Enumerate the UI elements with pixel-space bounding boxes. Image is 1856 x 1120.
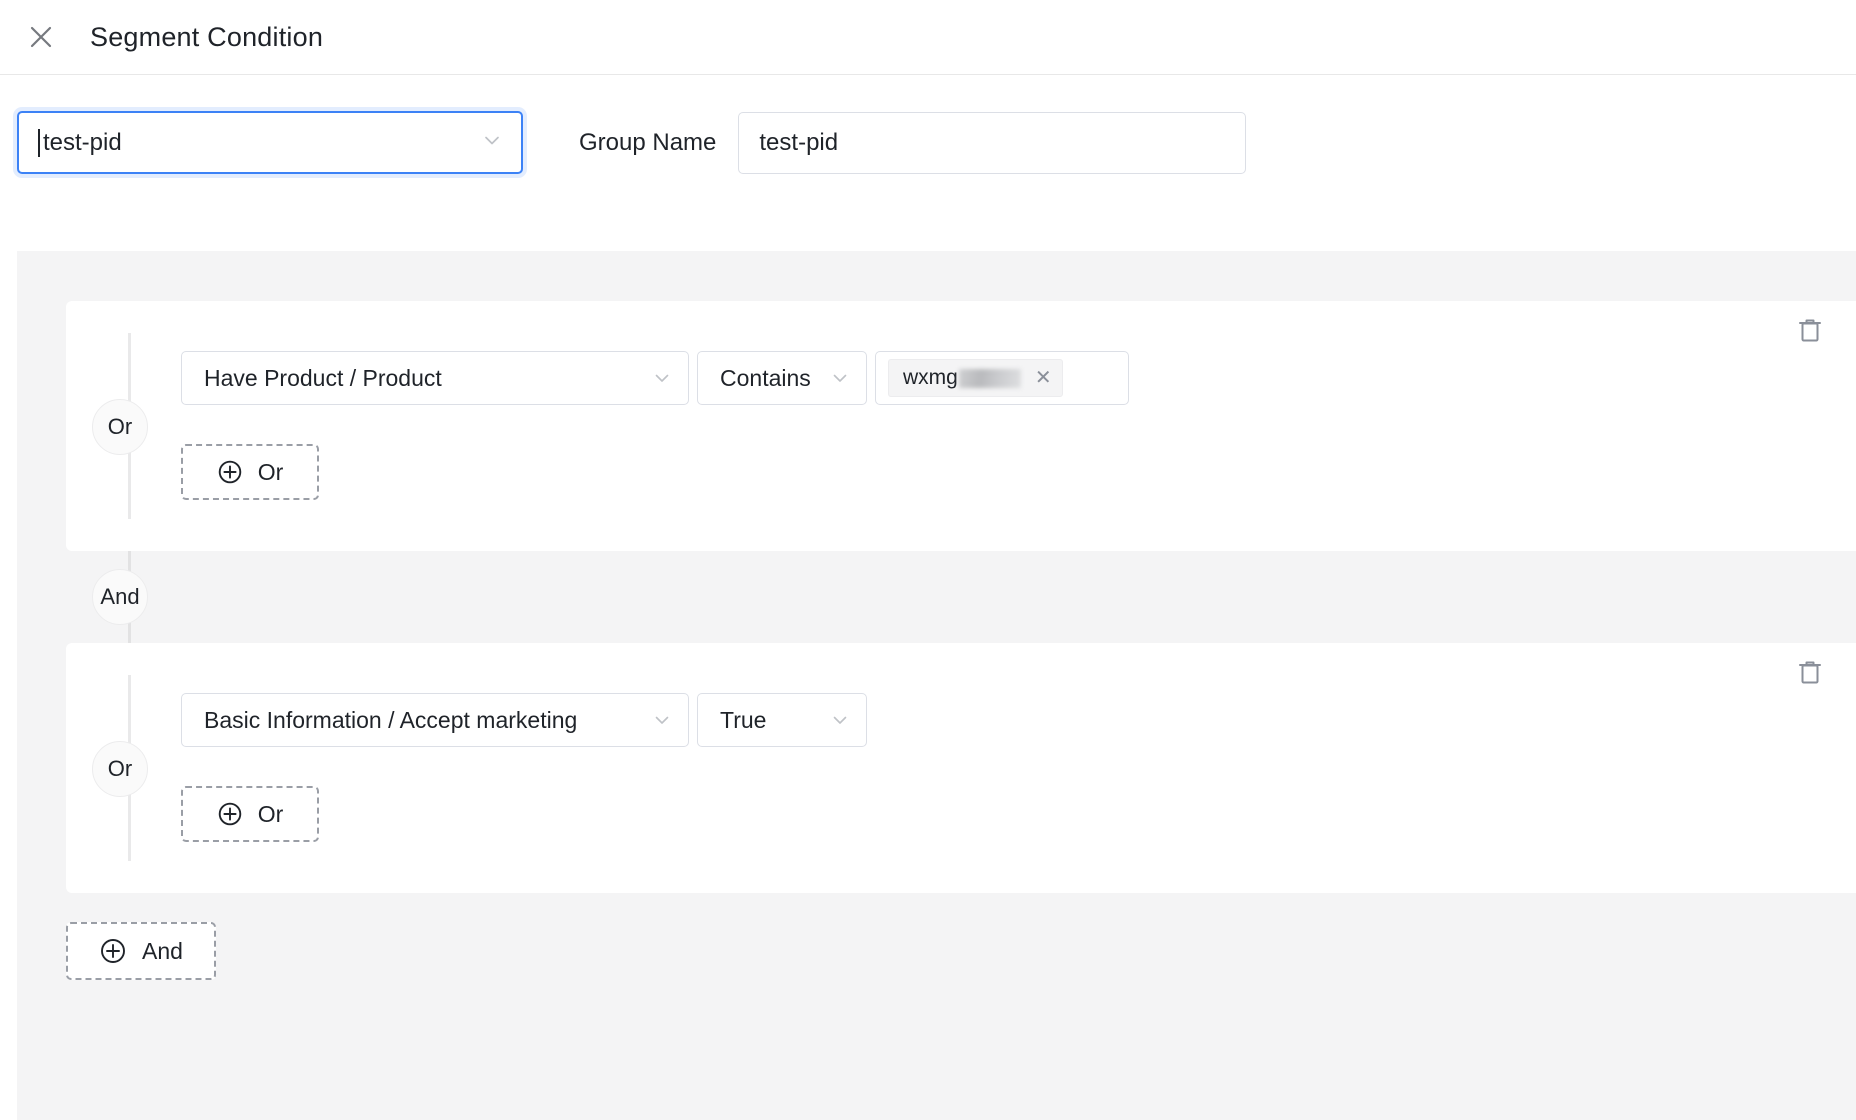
chevron-down-icon: [830, 710, 850, 730]
segment-select[interactable]: test-pid: [17, 111, 523, 174]
condition-row: Basic Information / Accept marketing Tru…: [181, 693, 867, 747]
add-and-label: And: [142, 937, 183, 964]
value-tag-redacted-region: [958, 368, 1021, 388]
value-tag: wxmg ✕: [888, 359, 1063, 397]
add-or-label: Or: [257, 458, 284, 485]
add-or-condition-button[interactable]: Or: [181, 444, 319, 500]
plus-circle-icon: [217, 459, 243, 485]
condition-operator-value: True: [720, 706, 767, 733]
condition-value-tags-input[interactable]: wxmg ✕: [875, 351, 1129, 405]
condition-field-value: Have Product / Product: [204, 364, 442, 391]
and-separator: And: [66, 551, 176, 643]
plus-circle-icon: [217, 801, 243, 827]
add-and-group-button[interactable]: And: [66, 922, 216, 980]
or-badge: Or: [92, 741, 148, 797]
trash-icon[interactable]: [1794, 657, 1826, 689]
close-icon[interactable]: [22, 18, 60, 56]
chevron-down-icon: [481, 129, 503, 156]
and-badge: And: [92, 569, 148, 625]
chevron-down-icon: [652, 710, 672, 730]
chevron-down-icon: [652, 368, 672, 388]
condition-field-value: Basic Information / Accept marketing: [204, 706, 578, 733]
condition-builder-panel: Or Have Product / Product Contains wxmg …: [17, 251, 1856, 1120]
add-or-label: Or: [257, 800, 284, 827]
or-badge: Or: [92, 399, 148, 455]
trash-icon[interactable]: [1794, 315, 1826, 347]
close-icon[interactable]: ✕: [1035, 368, 1052, 388]
group-name-input[interactable]: [738, 111, 1247, 174]
dialog-header: Segment Condition: [0, 0, 1856, 75]
condition-field-select[interactable]: Have Product / Product: [181, 351, 689, 405]
segment-form-row: test-pid Group Name: [0, 75, 1856, 210]
condition-operator-value: Contains: [720, 364, 811, 391]
condition-operator-select[interactable]: True: [697, 693, 867, 747]
chevron-down-icon: [830, 368, 850, 388]
condition-row: Have Product / Product Contains wxmg ✕: [181, 351, 1129, 405]
condition-operator-select[interactable]: Contains: [697, 351, 867, 405]
segment-select-value: test-pid: [43, 128, 122, 156]
plus-circle-icon: [99, 937, 127, 965]
value-tag-label: wxmg: [903, 366, 958, 389]
add-or-condition-button[interactable]: Or: [181, 786, 319, 842]
condition-field-select[interactable]: Basic Information / Accept marketing: [181, 693, 689, 747]
page-title: Segment Condition: [90, 21, 324, 52]
group-name-label: Group Name: [579, 128, 717, 156]
condition-group-card: Or Have Product / Product Contains wxmg …: [66, 301, 1856, 551]
condition-group-card: Or Basic Information / Accept marketing …: [66, 643, 1856, 893]
